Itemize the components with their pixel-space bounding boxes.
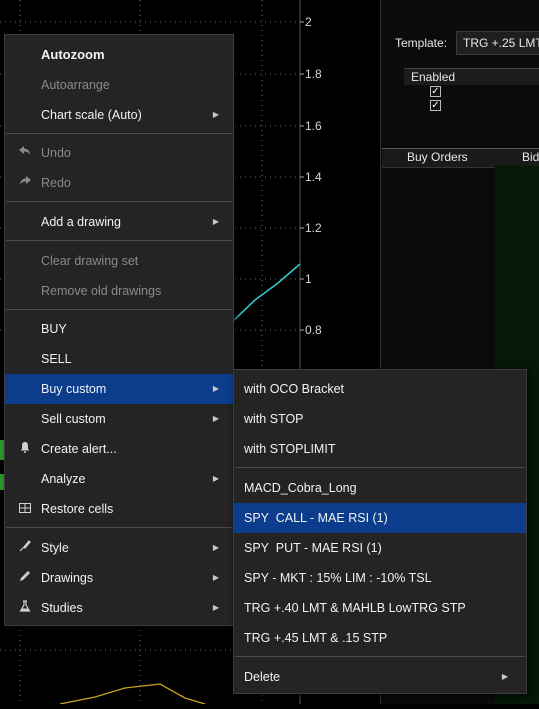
menu-item-drawings[interactable]: Drawings ▶ bbox=[5, 563, 233, 593]
submenu-item-label: MACD_Cobra_Long bbox=[244, 481, 357, 495]
submenu-item-with-stop[interactable]: with STOP bbox=[234, 404, 526, 434]
menu-separator bbox=[6, 309, 232, 310]
submenu-item-spy-mkt[interactable]: SPY - MKT : 15% LIM : -10% TSL bbox=[234, 563, 526, 593]
y-tick-label: 1.2 bbox=[305, 221, 322, 235]
y-tick-label: 1.8 bbox=[305, 67, 322, 81]
buy-custom-submenu: with OCO Bracket with STOP with STOPLIMI… bbox=[233, 369, 527, 694]
menu-item-style[interactable]: Style ▶ bbox=[5, 533, 233, 563]
menu-item-add-drawing[interactable]: Add a drawing ▶ bbox=[5, 207, 233, 237]
submenu-item-label: with STOP bbox=[244, 412, 304, 426]
menu-item-label: SELL bbox=[41, 352, 72, 366]
menu-item-label: Drawings bbox=[41, 571, 94, 585]
menu-item-clear-drawing-set[interactable]: Clear drawing set bbox=[5, 246, 233, 276]
menu-item-label: Studies bbox=[41, 601, 83, 615]
undo-icon bbox=[17, 138, 33, 168]
submenu-item-label: SPY CALL - MAE RSI (1) bbox=[244, 511, 388, 525]
y-tick-label: 1.4 bbox=[305, 170, 322, 184]
buy-orders-header[interactable]: Buy Orders bbox=[407, 150, 468, 164]
menu-item-sell[interactable]: SELL bbox=[5, 344, 233, 374]
submenu-arrow-icon: ▶ bbox=[212, 543, 219, 552]
menu-item-create-alert[interactable]: Create alert... bbox=[5, 434, 233, 464]
submenu-item-spy-put[interactable]: SPY PUT - MAE RSI (1) bbox=[234, 533, 526, 563]
bell-icon bbox=[17, 434, 33, 464]
submenu-item-with-stoplimit[interactable]: with STOPLIMIT bbox=[234, 434, 526, 464]
template-select[interactable]: TRG +.25 LMT bbox=[456, 31, 539, 55]
menu-item-label: Remove old drawings bbox=[41, 284, 162, 298]
submenu-item-spy-call[interactable]: SPY CALL - MAE RSI (1) bbox=[234, 503, 526, 533]
submenu-item-label: with STOPLIMIT bbox=[244, 442, 336, 456]
price-line bbox=[231, 263, 301, 323]
menu-separator bbox=[6, 201, 232, 202]
submenu-arrow-icon: ▶ bbox=[501, 672, 508, 681]
bid-header[interactable]: Bid bbox=[522, 150, 539, 164]
menu-item-label: Buy custom bbox=[41, 382, 107, 396]
submenu-arrow-icon: ▶ bbox=[212, 217, 219, 226]
menu-item-label: Autozoom bbox=[41, 47, 105, 62]
submenu-item-oco-bracket[interactable]: with OCO Bracket bbox=[234, 374, 526, 404]
submenu-item-label: SPY PUT - MAE RSI (1) bbox=[244, 541, 382, 555]
menu-item-label: Sell custom bbox=[41, 412, 106, 426]
submenu-arrow-icon: ▶ bbox=[212, 384, 219, 393]
flask-icon bbox=[17, 593, 33, 623]
y-tick-marks bbox=[300, 21, 304, 331]
enabled-header-label: Enabled bbox=[411, 70, 456, 84]
submenu-item-label: SPY - MKT : 15% LIM : -10% TSL bbox=[244, 571, 432, 585]
menu-item-label: Autoarrange bbox=[41, 78, 110, 92]
menu-item-label: Create alert... bbox=[41, 442, 117, 456]
menu-item-label: Add a drawing bbox=[41, 215, 121, 229]
menu-item-redo[interactable]: Redo bbox=[5, 168, 233, 198]
menu-separator bbox=[6, 527, 232, 528]
menu-item-sell-custom[interactable]: Sell custom ▶ bbox=[5, 404, 233, 434]
menu-item-undo[interactable]: Undo bbox=[5, 138, 233, 168]
study-line bbox=[59, 683, 206, 705]
submenu-arrow-icon: ▶ bbox=[212, 474, 219, 483]
menu-item-remove-old-drawings[interactable]: Remove old drawings bbox=[5, 276, 233, 306]
menu-item-label: Style bbox=[41, 541, 69, 555]
submenu-item-label: TRG +.40 LMT & MAHLB LowTRG STP bbox=[244, 601, 466, 615]
restore-cells-icon bbox=[17, 494, 33, 524]
style-icon bbox=[17, 533, 33, 563]
menu-item-label: Chart scale (Auto) bbox=[41, 108, 142, 122]
menu-item-autozoom[interactable]: Autozoom bbox=[5, 40, 233, 70]
submenu-item-delete[interactable]: Delete ▶ bbox=[234, 662, 526, 692]
menu-item-label: Clear drawing set bbox=[41, 254, 139, 268]
menu-item-analyze[interactable]: Analyze ▶ bbox=[5, 464, 233, 494]
submenu-item-trg-40[interactable]: TRG +.40 LMT & MAHLB LowTRG STP bbox=[234, 593, 526, 623]
menu-item-studies[interactable]: Studies ▶ bbox=[5, 593, 233, 623]
submenu-arrow-icon: ▶ bbox=[212, 603, 219, 612]
enabled-checkbox[interactable]: ✓ bbox=[430, 100, 441, 111]
submenu-item-label: with OCO Bracket bbox=[244, 382, 345, 396]
menu-item-restore-cells[interactable]: Restore cells bbox=[5, 494, 233, 524]
y-tick-label: 2 bbox=[305, 15, 312, 29]
menu-item-label: Undo bbox=[41, 146, 71, 160]
submenu-arrow-icon: ▶ bbox=[212, 110, 219, 119]
submenu-item-label: Delete bbox=[244, 670, 281, 684]
submenu-item-trg-45[interactable]: TRG +.45 LMT & .15 STP bbox=[234, 623, 526, 653]
menu-item-buy[interactable]: BUY bbox=[5, 314, 233, 344]
menu-separator bbox=[6, 133, 232, 134]
menu-item-label: Restore cells bbox=[41, 502, 114, 516]
menu-item-autoarrange[interactable]: Autoarrange bbox=[5, 70, 233, 100]
y-tick-label: 1 bbox=[305, 272, 312, 286]
menu-item-label: Redo bbox=[41, 176, 71, 190]
template-label: Template: bbox=[395, 36, 448, 50]
pencil-icon bbox=[17, 563, 33, 593]
submenu-arrow-icon: ▶ bbox=[212, 573, 219, 582]
menu-item-chart-scale[interactable]: Chart scale (Auto) ▶ bbox=[5, 100, 233, 130]
submenu-item-macd-cobra-long[interactable]: MACD_Cobra_Long bbox=[234, 473, 526, 503]
y-tick-label: 1.6 bbox=[305, 119, 322, 133]
menu-separator bbox=[6, 240, 232, 241]
menu-item-buy-custom[interactable]: Buy custom ▶ bbox=[5, 374, 233, 404]
menu-separator bbox=[235, 656, 525, 657]
submenu-arrow-icon: ▶ bbox=[212, 414, 219, 423]
y-tick-label: 0.8 bbox=[305, 323, 322, 337]
submenu-item-label: TRG +.45 LMT & .15 STP bbox=[244, 631, 388, 645]
menu-separator bbox=[235, 467, 525, 468]
redo-icon bbox=[17, 168, 33, 198]
menu-item-label: BUY bbox=[41, 322, 67, 336]
menu-item-label: Analyze bbox=[41, 472, 86, 486]
chart-context-menu: Autozoom Autoarrange Chart scale (Auto) … bbox=[4, 34, 234, 626]
enabled-checkbox[interactable]: ✓ bbox=[430, 86, 441, 97]
